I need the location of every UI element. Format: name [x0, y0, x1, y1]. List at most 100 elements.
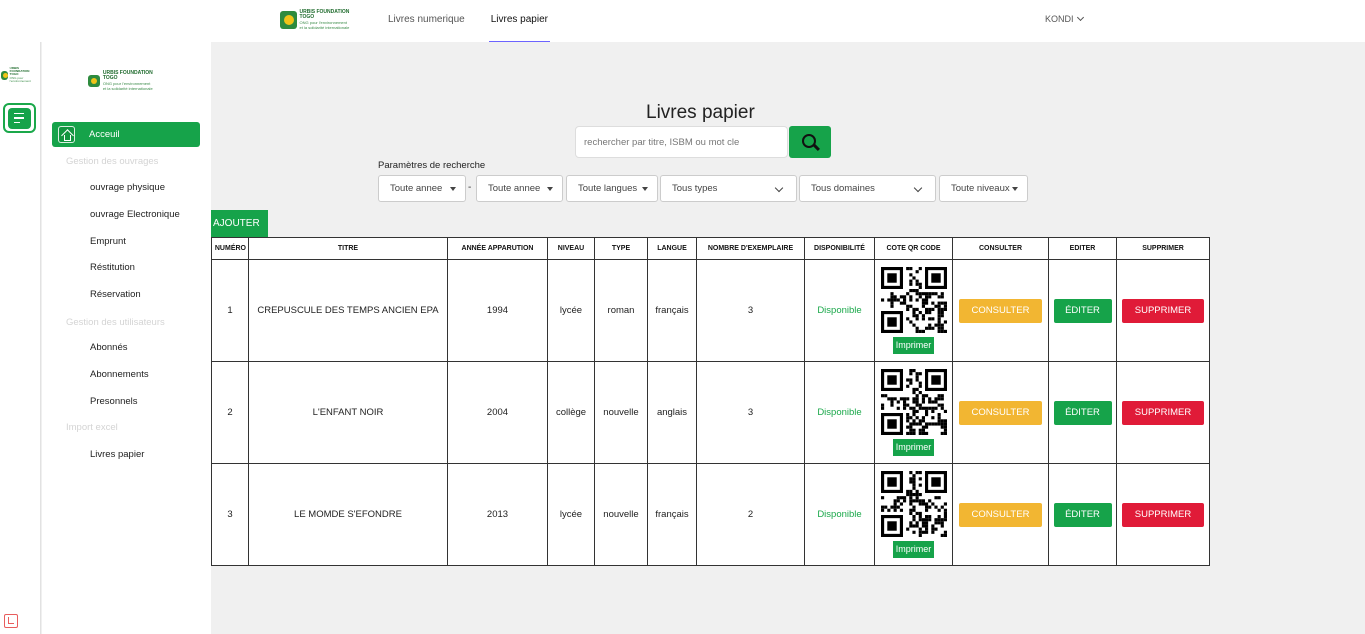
brand-name: URBIS FOUNDATION TOGO — [299, 9, 350, 20]
sidebar-item-acceuil[interactable]: Acceuil — [52, 122, 200, 147]
sidebar-item-abonnements[interactable]: Abonnements — [90, 369, 149, 380]
add-button[interactable]: AJOUTER — [211, 210, 268, 237]
sidebar-heading-import: Import excel — [66, 422, 118, 433]
search-params-label: Paramètres de recherche — [378, 160, 486, 171]
table-row: 3 LE MOMDE S'EFONDRE 2013 lycée nouvelle… — [211, 463, 1210, 566]
search-input[interactable] — [575, 126, 788, 158]
home-icon — [58, 126, 75, 143]
filter-year-to[interactable]: Toute annee — [476, 175, 563, 202]
chevron-down-icon — [913, 183, 923, 193]
sidebar-item-restitution[interactable]: Réstitution — [90, 262, 135, 273]
col-supprimer: SUPPRIMER — [1116, 237, 1210, 260]
dropdown-arrow-icon — [547, 187, 553, 191]
filter-language[interactable]: Toute langues — [566, 175, 658, 202]
col-titre: TITRE — [248, 237, 448, 260]
cell-num: 1 — [211, 259, 249, 362]
chevron-down-icon — [774, 183, 784, 193]
col-annee: ANNÉE APPARUTION — [447, 237, 548, 260]
col-consulter: CONSULTER — [952, 237, 1049, 260]
menu-icon — [8, 107, 31, 129]
cell-status: Disponible — [804, 463, 875, 566]
col-editer: EDITER — [1048, 237, 1117, 260]
print-button[interactable]: Imprimer — [892, 439, 935, 456]
nav-livres-numerique[interactable]: Livres numerique — [388, 0, 465, 42]
edit-button[interactable]: ÉDITER — [1053, 400, 1112, 425]
cell-delete: SUPPRIMER — [1116, 463, 1210, 566]
edit-button[interactable]: ÉDITER — [1053, 502, 1112, 527]
user-menu[interactable]: KONDI — [1045, 13, 1084, 24]
nav-livres-papier[interactable]: Livres papier — [488, 0, 550, 42]
print-button[interactable]: Imprimer — [892, 541, 935, 558]
sidebar-item-ouvrage-physique[interactable]: ouvrage physique — [90, 182, 165, 193]
cell-lang: anglais — [647, 361, 697, 464]
cell-copies: 3 — [696, 361, 805, 464]
sidebar-item-emprunt[interactable]: Emprunt — [90, 236, 126, 247]
cell-title: CREPUSCULE DES TEMPS ANCIEN EPA — [248, 259, 448, 362]
year-range-separator: - — [468, 182, 472, 193]
qr-code-icon — [880, 369, 947, 435]
sidebar-item-abonnes[interactable]: Abonnés — [90, 342, 128, 353]
cell-lang: français — [647, 259, 697, 362]
table-row: 2 L'ENFANT NOIR 2004 collège nouvelle an… — [211, 361, 1210, 464]
table-row: 1 CREPUSCULE DES TEMPS ANCIEN EPA 1994 l… — [211, 259, 1210, 362]
qr-code-icon — [880, 267, 947, 333]
cell-title: L'ENFANT NOIR — [248, 361, 448, 464]
delete-button[interactable]: SUPPRIMER — [1122, 298, 1204, 323]
cell-edit: ÉDITER — [1048, 463, 1117, 566]
cell-level: lycée — [547, 463, 595, 566]
cell-level: lycée — [547, 259, 595, 362]
consult-button[interactable]: CONSULTER — [959, 400, 1042, 425]
cell-level: collège — [547, 361, 595, 464]
filter-domains[interactable]: Tous domaines — [799, 175, 936, 202]
sidebar-brand-name: URBIS FOUNDATION TOGO — [102, 70, 153, 81]
table-header-row: NUMÉRO TITRE ANNÉE APPARUTION NIVEAU TYP… — [211, 237, 1210, 260]
mini-rail: URBIS FOUNDATION TOGO ONG pour l'environ… — [0, 42, 41, 634]
cell-type: nouvelle — [594, 463, 648, 566]
edit-button[interactable]: ÉDITER — [1053, 298, 1112, 323]
consult-button[interactable]: CONSULTER — [959, 502, 1042, 527]
filter-levels[interactable]: Toute niveaux — [939, 175, 1028, 202]
cell-year: 2013 — [447, 463, 548, 566]
cell-delete: SUPPRIMER — [1116, 361, 1210, 464]
search-button[interactable] — [789, 126, 831, 158]
qr-code-icon — [880, 471, 947, 537]
cell-year: 1994 — [447, 259, 548, 362]
dropdown-arrow-icon — [642, 187, 648, 191]
cell-consult: CONSULTER — [952, 361, 1049, 464]
cell-num: 3 — [211, 463, 249, 566]
brand-logo[interactable]: URBIS FOUNDATION TOGO ONG pour l'environ… — [280, 9, 360, 31]
cell-type: nouvelle — [594, 361, 648, 464]
sidebar-item-import-livres-papier[interactable]: Livres papier — [90, 449, 144, 460]
cell-title: LE MOMDE S'EFONDRE — [248, 463, 448, 566]
delete-button[interactable]: SUPPRIMER — [1122, 502, 1204, 527]
cell-edit: ÉDITER — [1048, 259, 1117, 362]
cell-qr: Imprimer — [874, 463, 953, 566]
rail-logo: URBIS FOUNDATION TOGO ONG pour l'environ… — [1, 66, 39, 84]
sidebar-item-reservation[interactable]: Réservation — [90, 289, 141, 300]
filter-year-from[interactable]: Toute annee — [378, 175, 466, 202]
sidebar-item-ouvrage-electronique[interactable]: ouvrage Electronique — [90, 209, 180, 220]
cell-consult: CONSULTER — [952, 259, 1049, 362]
search-icon — [801, 133, 816, 148]
top-nav: Livres numerique Livres papier — [388, 0, 576, 42]
cell-consult: CONSULTER — [952, 463, 1049, 566]
col-qr: COTE QR CODE — [874, 237, 953, 260]
cell-status: Disponible — [804, 361, 875, 464]
sidebar-item-personnels[interactable]: Presonnels — [90, 396, 138, 407]
cell-copies: 3 — [696, 259, 805, 362]
delete-button[interactable]: SUPPRIMER — [1122, 400, 1204, 425]
sidebar-brand-tagline-2: et la solidarité internationale — [102, 86, 153, 91]
cell-delete: SUPPRIMER — [1116, 259, 1210, 362]
cell-lang: français — [647, 463, 697, 566]
print-button[interactable]: Imprimer — [892, 337, 935, 354]
dropdown-arrow-icon — [1012, 187, 1018, 191]
consult-button[interactable]: CONSULTER — [959, 298, 1042, 323]
cell-num: 2 — [211, 361, 249, 464]
chevron-down-icon — [1076, 13, 1084, 22]
cell-year: 2004 — [447, 361, 548, 464]
filter-types[interactable]: Tous types — [660, 175, 797, 202]
menu-toggle-button[interactable] — [3, 103, 36, 133]
col-niveau: NIVEAU — [547, 237, 595, 260]
brand-tagline-2: et la solidarité internationale — [299, 25, 350, 30]
col-disponibilite: DISPONIBILITÉ — [804, 237, 875, 260]
